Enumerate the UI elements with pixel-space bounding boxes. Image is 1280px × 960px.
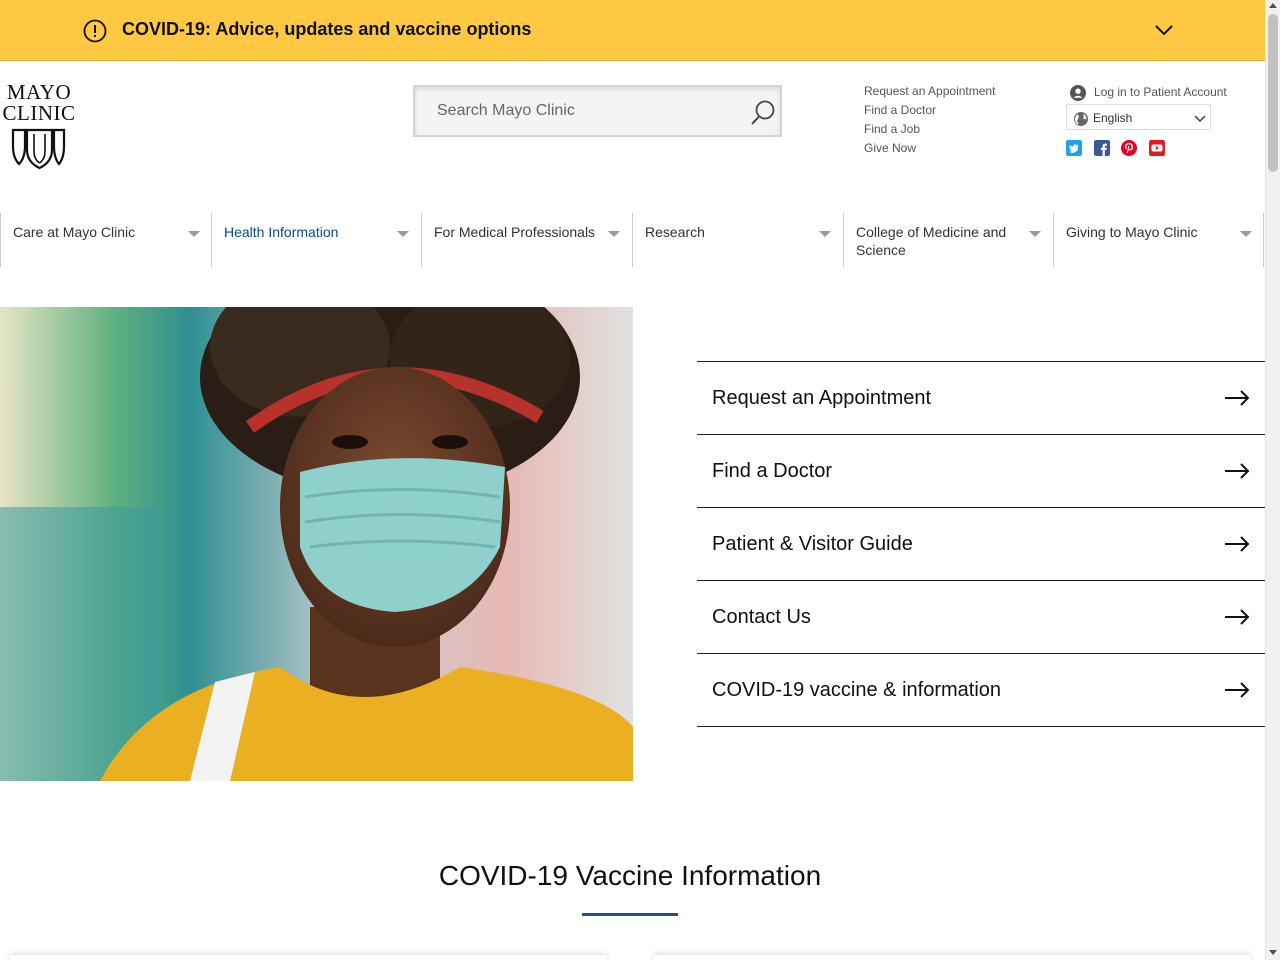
banner-text[interactable]: COVID-19: Advice, updates and vaccine op… (122, 19, 531, 40)
quick-link-covid-vaccine[interactable]: COVID-19 vaccine & information (697, 654, 1265, 727)
search-icon[interactable] (749, 99, 777, 127)
hero-photo-illustration (0, 307, 633, 781)
arrow-right-icon[interactable] (1224, 609, 1250, 625)
quick-link-request-appointment[interactable]: Request an Appointment (697, 362, 1265, 435)
quick-link-patient-visitor-guide[interactable]: Patient & Visitor Guide (697, 508, 1265, 581)
quick-link-label[interactable]: Find a Doctor (712, 460, 832, 483)
caret-down-icon (1029, 231, 1041, 237)
caret-down-icon (608, 231, 620, 237)
quick-link-label[interactable]: Request an Appointment (712, 387, 931, 410)
facebook-icon[interactable] (1094, 140, 1110, 156)
nav-item-label[interactable]: Health Information (224, 223, 338, 241)
logo-wordmark: MAYO CLINIC (0, 82, 78, 124)
nav-item-label[interactable]: Research (645, 223, 705, 241)
search-box[interactable] (413, 85, 782, 137)
util-link-find-doctor[interactable]: Find a Doctor (864, 103, 995, 122)
language-select[interactable]: English (1066, 104, 1211, 130)
mayo-clinic-logo[interactable]: MAYO CLINIC (0, 82, 80, 172)
nav-item-label[interactable]: For Medical Professionals (434, 223, 595, 241)
quick-link-contact-us[interactable]: Contact Us (697, 581, 1265, 654)
language-selected: English (1093, 111, 1133, 125)
nav-item-label[interactable]: College of Medicine and Science (856, 223, 1021, 259)
quick-link-label[interactable]: Patient & Visitor Guide (712, 533, 913, 556)
scroll-down-arrow-icon[interactable] (1269, 950, 1277, 955)
logo-line-1: MAYO (6, 80, 72, 104)
shield-logo-icon (11, 128, 66, 170)
globe-icon (1074, 112, 1088, 126)
hero-image (0, 307, 633, 781)
arrow-right-icon[interactable] (1224, 390, 1250, 406)
arrow-right-icon[interactable] (1224, 536, 1250, 552)
caret-down-icon (819, 231, 831, 237)
arrow-right-icon[interactable] (1224, 682, 1250, 698)
scroll-up-arrow-icon[interactable] (1269, 3, 1277, 8)
nav-item-research[interactable]: Research (632, 213, 843, 267)
nav-item-giving-to-mayo-clinic[interactable]: Giving to Mayo Clinic (1053, 213, 1263, 267)
nav-item-health-information[interactable]: Health Information (211, 213, 422, 267)
main-navigation: Care at Mayo Clinic Health Information F… (0, 213, 1265, 267)
utility-links: Request an Appointment Find a Doctor Fin… (864, 84, 995, 160)
section-title-underline (582, 913, 678, 916)
pinterest-icon[interactable] (1121, 140, 1137, 156)
util-link-request-appointment[interactable]: Request an Appointment (864, 84, 995, 103)
alert-icon (83, 19, 107, 43)
user-account-icon (1070, 85, 1086, 101)
nav-item-label[interactable]: Giving to Mayo Clinic (1066, 223, 1198, 241)
nav-item-college-of-medicine[interactable]: College of Medicine and Science (843, 213, 1054, 267)
section-title: COVID-19 Vaccine Information (438, 860, 822, 891)
util-link-find-job[interactable]: Find a Job (864, 122, 995, 141)
search-input[interactable] (437, 99, 737, 123)
quick-link-find-doctor[interactable]: Find a Doctor (697, 435, 1265, 508)
chevron-down-icon (1194, 115, 1206, 122)
logo-line-2: CLINIC (2, 101, 76, 125)
page-scrollbar[interactable] (1265, 0, 1280, 960)
caret-down-icon (188, 231, 200, 237)
caret-down-icon (397, 231, 409, 237)
util-link-give-now[interactable]: Give Now (864, 141, 995, 160)
scrollbar-thumb[interactable] (1268, 14, 1278, 172)
quick-links: Request an Appointment Find a Doctor Pat… (697, 361, 1265, 727)
quick-link-label[interactable]: COVID-19 vaccine & information (712, 679, 1001, 702)
chevron-down-icon[interactable] (1154, 22, 1174, 38)
nav-item-label[interactable]: Care at Mayo Clinic (13, 223, 135, 241)
vaccine-card[interactable] (10, 955, 607, 960)
covid-alert-banner[interactable]: COVID-19: Advice, updates and vaccine op… (0, 0, 1265, 61)
caret-down-icon (1240, 231, 1252, 237)
vaccine-card[interactable] (653, 955, 1250, 960)
youtube-icon[interactable] (1149, 140, 1165, 156)
nav-item-for-medical-professionals[interactable]: For Medical Professionals (421, 213, 632, 267)
quick-link-label[interactable]: Contact Us (712, 606, 811, 629)
account-label[interactable]: Log in to Patient Account (1094, 85, 1227, 99)
nav-item-care-at-mayo-clinic[interactable]: Care at Mayo Clinic (0, 213, 211, 267)
nav-divider (1263, 213, 1264, 267)
twitter-icon[interactable] (1066, 140, 1082, 156)
arrow-right-icon[interactable] (1224, 463, 1250, 479)
